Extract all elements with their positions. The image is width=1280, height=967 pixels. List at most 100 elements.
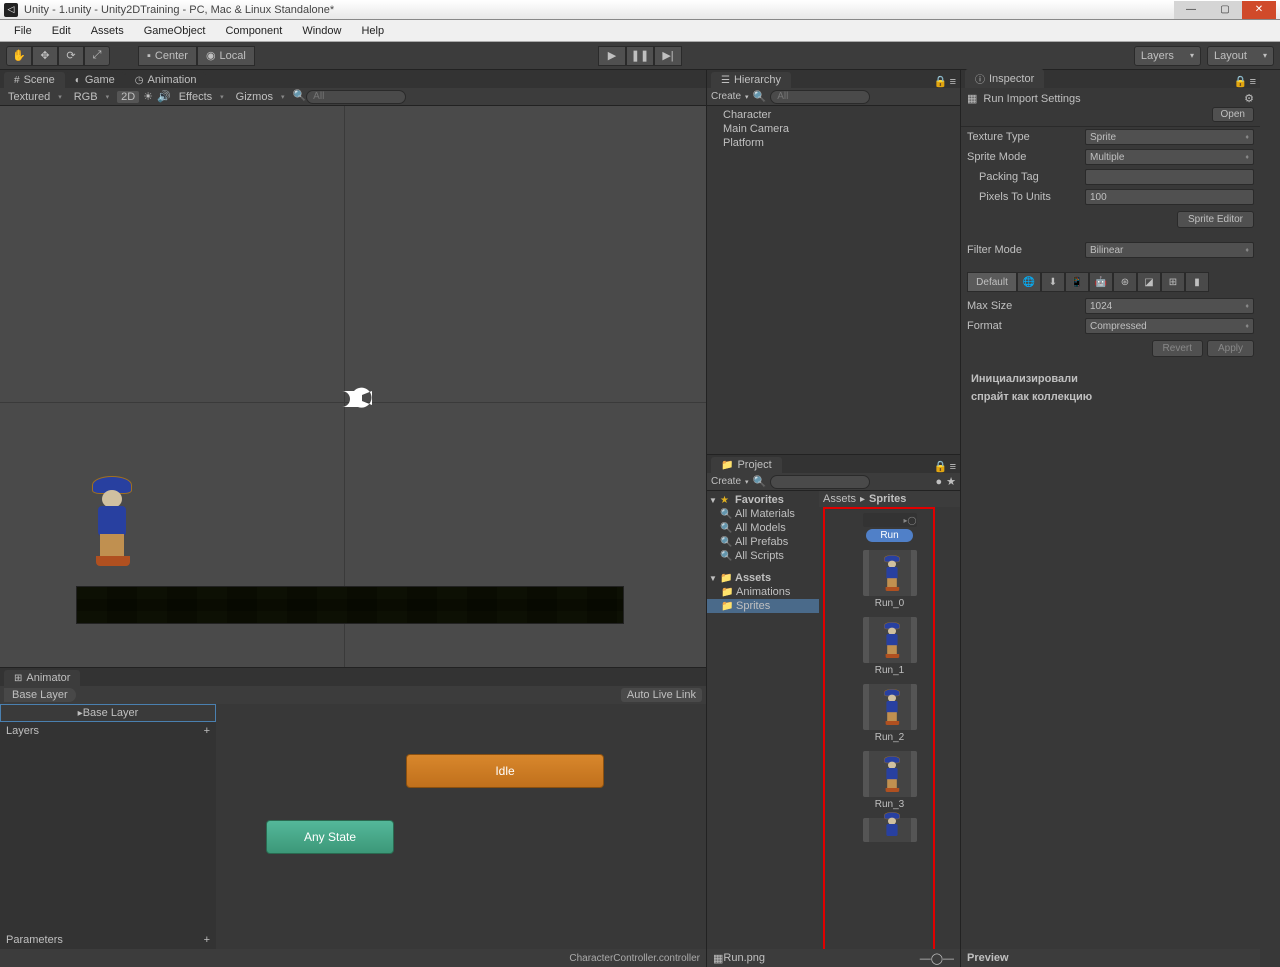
tree-search-item[interactable]: 🔍All Materials — [707, 507, 819, 521]
pixels-input[interactable]: 100 — [1085, 189, 1254, 205]
asset-item-sprite[interactable]: Run_1 — [863, 617, 917, 676]
open-button[interactable]: Open — [1212, 107, 1254, 122]
panel-menu-icon[interactable]: ≡ — [950, 76, 956, 88]
platform-win-icon[interactable]: ⊞ — [1161, 272, 1185, 292]
tab-scene[interactable]: #Scene — [4, 72, 65, 88]
tab-animation[interactable]: ◷Animation — [125, 72, 207, 88]
platform-default[interactable]: Default — [967, 272, 1017, 292]
hierarchy-search-input[interactable] — [770, 90, 870, 104]
rotate-tool-button[interactable]: ⟳ — [58, 46, 84, 66]
step-button[interactable]: ▶| — [654, 46, 682, 66]
platform-wp-icon[interactable]: ◪ — [1137, 272, 1161, 292]
panel-lock-icon[interactable]: 🔒 — [1234, 75, 1248, 88]
audio-toggle-icon[interactable]: 🔊 — [157, 90, 171, 103]
panel-menu-icon[interactable]: ≡ — [1250, 76, 1256, 88]
mode-toggle-2d[interactable]: 2D — [117, 91, 139, 103]
scene-search-input[interactable] — [306, 90, 406, 104]
window-minimize-button[interactable]: — — [1174, 1, 1208, 19]
packing-tag-input[interactable] — [1085, 169, 1254, 185]
texture-type-dropdown[interactable]: Sprite — [1085, 129, 1254, 145]
apply-button[interactable]: Apply — [1207, 340, 1254, 357]
menu-assets[interactable]: Assets — [81, 23, 134, 39]
state-node-any[interactable]: Any State — [266, 820, 394, 854]
tree-folder-sprites[interactable]: 📁Sprites — [707, 599, 819, 613]
animator-breadcrumb[interactable]: Base Layer — [4, 688, 76, 702]
asset-item-sprite[interactable]: Run_2 — [863, 684, 917, 743]
platform-android-icon[interactable]: 🤖 — [1089, 272, 1113, 292]
platform-web-icon[interactable]: 🌐 — [1017, 272, 1041, 292]
tab-project[interactable]: 📁Project — [711, 457, 782, 473]
window-maximize-button[interactable]: ▢ — [1208, 1, 1242, 19]
platform-bb-icon[interactable]: ⊛ — [1113, 272, 1137, 292]
gizmos-dropdown[interactable]: Gizmos — [232, 91, 289, 103]
platform-sprite[interactable] — [76, 586, 624, 624]
asset-item-sprite[interactable]: Run_0 — [863, 550, 917, 609]
asset-item-run-atlas[interactable]: ▸◯ Run — [863, 513, 917, 542]
hierarchy-create-dropdown[interactable]: Create — [711, 91, 749, 102]
tree-search-item[interactable]: 🔍All Models — [707, 521, 819, 535]
hierarchy-item[interactable]: Character — [711, 108, 956, 122]
pause-button[interactable]: ❚❚ — [626, 46, 654, 66]
asset-item-sprite[interactable] — [863, 818, 917, 842]
menu-window[interactable]: Window — [292, 23, 351, 39]
move-tool-button[interactable]: ✥ — [32, 46, 58, 66]
platform-ios-icon[interactable]: 📱 — [1065, 272, 1089, 292]
tree-folder[interactable]: 📁Animations — [707, 585, 819, 599]
hand-tool-button[interactable]: ✋ — [6, 46, 32, 66]
panel-menu-icon[interactable]: ≡ — [950, 461, 956, 473]
animator-graph[interactable]: Idle Any State — [216, 704, 706, 949]
hierarchy-item[interactable]: Platform — [711, 136, 956, 150]
menu-file[interactable]: File — [4, 23, 42, 39]
menu-component[interactable]: Component — [215, 23, 292, 39]
revert-button[interactable]: Revert — [1152, 340, 1203, 357]
breadcrumb-item[interactable]: Sprites — [869, 493, 906, 505]
filter-mode-dropdown[interactable]: Bilinear — [1085, 242, 1254, 258]
panel-lock-icon[interactable]: 🔒 — [934, 460, 948, 473]
preview-header[interactable]: Preview — [961, 949, 1260, 967]
camera-gizmo-icon[interactable] — [330, 381, 374, 416]
slider-thumb-icon[interactable]: —◯— — [920, 952, 954, 965]
filter-icon[interactable]: ● — [935, 476, 942, 488]
tree-favorites[interactable]: ▼★Favorites — [707, 493, 819, 507]
scene-viewport[interactable] — [0, 106, 706, 667]
breadcrumb-item[interactable]: Assets — [823, 493, 856, 505]
scale-tool-button[interactable]: ⤢ — [84, 46, 110, 66]
layers-dropdown[interactable]: Layers — [1134, 46, 1201, 66]
light-toggle-icon[interactable]: ☀ — [143, 90, 153, 103]
state-node-idle[interactable]: Idle — [406, 754, 604, 788]
tab-animator[interactable]: ⊞Animator — [4, 670, 80, 686]
tab-hierarchy[interactable]: ☰Hierarchy — [711, 72, 791, 88]
pivot-center-button[interactable]: ▪ Center — [138, 46, 197, 66]
panel-lock-icon[interactable]: 🔒 — [934, 75, 948, 88]
add-parameter-button[interactable]: + — [204, 934, 210, 946]
play-button[interactable]: ▶ — [598, 46, 626, 66]
sprite-mode-dropdown[interactable]: Multiple — [1085, 149, 1254, 165]
project-create-dropdown[interactable]: Create — [711, 476, 749, 487]
platform-standalone-icon[interactable]: ⬇ — [1041, 272, 1065, 292]
filter-icon[interactable]: ★ — [946, 475, 956, 488]
layer-base[interactable]: ▸ Base Layer — [0, 704, 216, 722]
add-layer-button[interactable]: + — [204, 725, 210, 737]
menu-help[interactable]: Help — [351, 23, 394, 39]
shading-dropdown[interactable]: Textured — [4, 91, 66, 103]
format-dropdown[interactable]: Compressed — [1085, 318, 1254, 334]
project-search-input[interactable] — [770, 475, 870, 489]
tab-inspector[interactable]: ⓘInspector — [965, 69, 1044, 88]
hierarchy-item[interactable]: Main Camera — [711, 122, 956, 136]
max-size-dropdown[interactable]: 1024 — [1085, 298, 1254, 314]
tree-search-item[interactable]: 🔍All Prefabs — [707, 535, 819, 549]
effects-dropdown[interactable]: Effects — [175, 91, 228, 103]
character-sprite[interactable] — [86, 476, 150, 586]
tab-game[interactable]: ◐Game — [65, 72, 125, 88]
menu-edit[interactable]: Edit — [42, 23, 81, 39]
gear-icon[interactable]: ⚙ — [1244, 92, 1254, 105]
tree-assets[interactable]: ▼📁Assets — [707, 571, 819, 585]
asset-item-sprite[interactable]: Run_3 — [863, 751, 917, 810]
layout-dropdown[interactable]: Layout — [1207, 46, 1274, 66]
auto-live-link-toggle[interactable]: Auto Live Link — [621, 688, 702, 702]
menu-gameobject[interactable]: GameObject — [134, 23, 216, 39]
render-dropdown[interactable]: RGB — [70, 91, 113, 103]
pivot-local-button[interactable]: ◉ Local — [197, 46, 255, 66]
sprite-editor-button[interactable]: Sprite Editor — [1177, 211, 1254, 228]
window-close-button[interactable]: ✕ — [1242, 1, 1276, 19]
